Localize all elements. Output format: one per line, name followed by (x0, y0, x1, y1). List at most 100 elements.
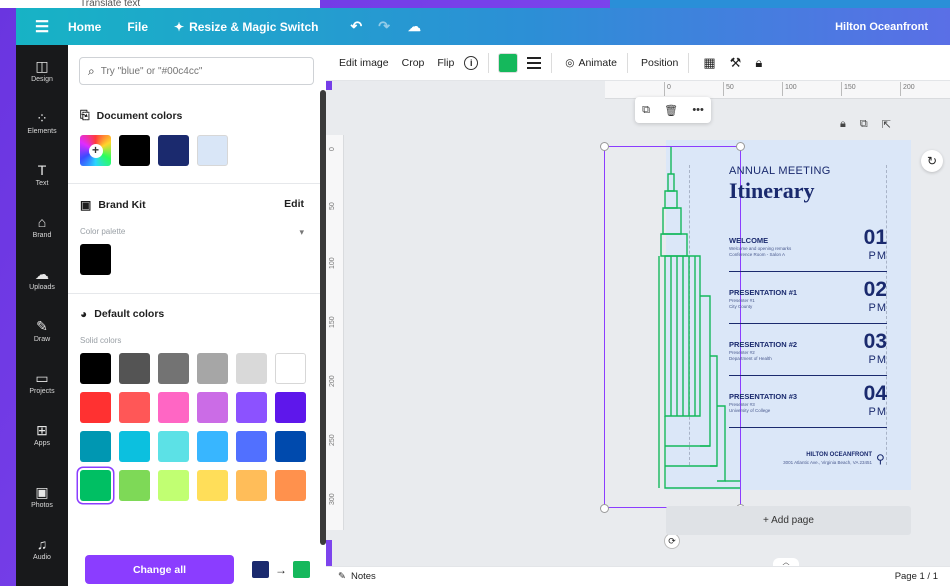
border-style-icon[interactable] (527, 56, 542, 69)
resize-handle-top-left[interactable] (600, 142, 609, 151)
rotate-handle-icon[interactable]: ⟳ (664, 533, 680, 549)
animate-button[interactable]: ◎ Animate (565, 57, 617, 69)
resize-button[interactable]: ✦ Resize & Magic Switch (174, 20, 318, 34)
rail-item-elements[interactable]: ⁘ Elements (16, 97, 68, 149)
default-color-swatch[interactable] (197, 353, 228, 384)
document-color-swatch[interactable] (158, 135, 189, 166)
default-color-swatch[interactable] (275, 431, 306, 462)
lock-icon[interactable]: 🔒︎ (755, 55, 762, 71)
rail-item-draw[interactable]: ✎ Draw (16, 305, 68, 357)
default-color-swatch[interactable] (80, 392, 111, 423)
ruler-tick-label: 250 (329, 434, 336, 446)
undo-icon[interactable]: ↶ (350, 18, 362, 35)
document-color-swatch[interactable] (119, 135, 150, 166)
crop-button[interactable]: Crop (402, 57, 425, 69)
agenda-item[interactable]: PRESENTATION #2 Presenter #2 Department of… (729, 330, 887, 376)
redo-icon[interactable]: ↷ (378, 18, 390, 35)
add-page-button[interactable]: + Add page (666, 506, 911, 535)
agenda-item[interactable]: PRESENTATION #3 Presenter #3 University of… (729, 382, 887, 428)
rail-item-design[interactable]: ◫ Design (16, 45, 68, 97)
default-color-swatch[interactable] (80, 353, 111, 384)
document-color-swatch[interactable] (197, 135, 228, 166)
default-color-swatch[interactable] (119, 392, 150, 423)
color-search[interactable]: ⌕ (79, 57, 314, 85)
default-color-swatch[interactable] (197, 470, 228, 501)
home-button[interactable]: Home (68, 20, 101, 34)
palette-icon: ⎘ (80, 108, 90, 122)
agenda-heading: PRESENTATION #2 (729, 340, 798, 349)
file-menu[interactable]: File (127, 20, 148, 34)
agenda-item[interactable]: WELCOME Welcome and opening remarks Confer… (729, 226, 887, 272)
elements-icon: ⁘ (36, 110, 48, 126)
venue-address[interactable]: 3001 Atlantic Ave., Virginia Beach, VA 2… (740, 460, 872, 465)
lock-page-icon[interactable]: 🔒︎ (840, 118, 846, 131)
brand-kit-title: Brand Kit (98, 199, 146, 211)
default-color-swatch[interactable] (119, 470, 150, 501)
agenda-item[interactable]: PRESENTATION #1 Presenter #1 City County 02… (729, 278, 887, 324)
side-rail: ◫ Design ⁘ Elements T Text ⌂ Brand ☁ Uploads ✎ Draw… (16, 45, 68, 586)
default-color-swatch[interactable] (158, 431, 189, 462)
agenda-detail: Conference Room - Salon A (729, 252, 786, 257)
chevron-down-icon[interactable]: ▾ (299, 227, 304, 238)
duplicate-page-icon[interactable]: ⧉ (860, 118, 868, 131)
default-color-swatch[interactable] (236, 470, 267, 501)
color-picker-button[interactable] (499, 53, 518, 72)
rail-item-brand[interactable]: ⌂ Brand (16, 201, 68, 253)
default-color-swatch[interactable] (119, 353, 150, 384)
rail-item-projects[interactable]: ▭ Projects (16, 357, 68, 409)
info-icon[interactable]: i (464, 55, 479, 70)
doc-title[interactable]: Itinerary (729, 178, 899, 204)
default-color-swatch[interactable] (275, 470, 306, 501)
default-color-swatch[interactable] (80, 470, 111, 501)
ruler-tick-label: 50 (329, 202, 336, 210)
duplicate-icon[interactable]: ⧉ (642, 104, 650, 117)
design-title[interactable]: Hilton Oceanfront (835, 21, 928, 33)
default-color-swatch[interactable] (236, 353, 267, 384)
rail-item-text[interactable]: T Text (16, 149, 68, 201)
transparency-icon[interactable]: ▦ (703, 55, 715, 71)
paint-roller-icon[interactable]: ⚒ (730, 55, 742, 71)
default-color-swatch[interactable] (158, 353, 189, 384)
color-search-input[interactable] (100, 65, 281, 77)
rail-item-apps[interactable]: ⊞ Apps (16, 409, 68, 461)
notes-button[interactable]: ✎ Notes (338, 571, 376, 582)
default-color-swatch[interactable] (236, 392, 267, 423)
refresh-icon[interactable]: ↻ (921, 150, 943, 172)
doc-eyebrow[interactable]: ANNUAL MEETING (729, 165, 899, 177)
apps-icon: ⊞ (36, 422, 48, 438)
default-color-swatch[interactable] (197, 431, 228, 462)
default-color-swatch[interactable] (236, 431, 267, 462)
brand-kit-edit-link[interactable]: Edit (284, 198, 304, 210)
selection-box[interactable] (604, 146, 741, 508)
default-color-swatch[interactable] (158, 470, 189, 501)
rail-item-audio[interactable]: ♫ Audio (16, 523, 68, 575)
ruler-tick-label: 200 (900, 82, 915, 96)
flip-button[interactable]: Flip (437, 57, 454, 69)
animate-label: Animate (578, 56, 617, 69)
cloud-saved-icon[interactable]: ☁ (408, 19, 421, 35)
default-color-swatch[interactable] (158, 392, 189, 423)
default-color-swatch[interactable] (119, 431, 150, 462)
more-icon[interactable]: ••• (692, 104, 704, 116)
change-all-button[interactable]: Change all (85, 555, 234, 584)
trash-icon[interactable]: 🗑︎ (664, 104, 678, 117)
default-color-swatch[interactable] (275, 392, 306, 423)
brand-color-swatch[interactable] (80, 244, 111, 275)
hamburger-menu-icon[interactable]: ☰ (16, 17, 68, 37)
agenda-number: 03 (863, 330, 887, 353)
default-color-swatch[interactable] (275, 353, 306, 384)
ruler-tick-label: 200 (329, 375, 336, 387)
resize-handle-top-right[interactable] (736, 142, 745, 151)
default-color-swatch[interactable] (197, 392, 228, 423)
resize-handle-bottom-left[interactable] (600, 504, 609, 513)
page-count[interactable]: Page 1 / 1 (895, 571, 938, 582)
rail-item-photos[interactable]: ▣ Photos (16, 471, 68, 523)
ruler-tick-label: 100 (782, 82, 797, 96)
default-color-swatch[interactable] (80, 431, 111, 462)
rail-item-uploads[interactable]: ☁ Uploads (16, 253, 68, 305)
share-page-icon[interactable]: ⇱ (882, 118, 891, 131)
edit-image-button[interactable]: Edit image (339, 57, 389, 69)
venue-name[interactable]: HILTON OCEANFRONT (740, 452, 872, 458)
position-button[interactable]: Position (641, 57, 678, 69)
add-color-button[interactable]: + (80, 135, 111, 166)
